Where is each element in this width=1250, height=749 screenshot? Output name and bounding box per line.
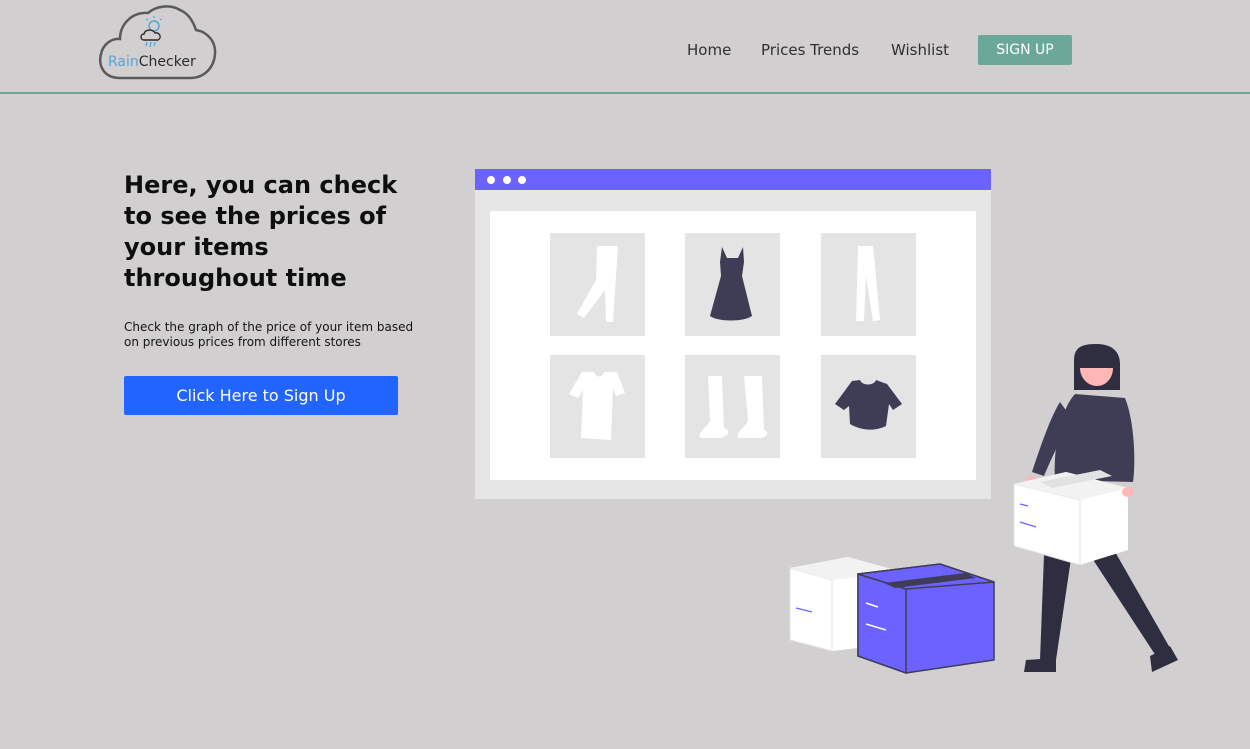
nav-home[interactable]: Home (687, 41, 731, 59)
window-dot-icon (518, 176, 526, 184)
hero-title: Here, you can check to see the prices of… (124, 171, 398, 292)
shopping-illustration (475, 169, 1178, 675)
hero-subtitle: Check the graph of the price of your ite… (124, 320, 414, 349)
person-graphic (1013, 344, 1178, 672)
site-header: RainChecker Home Prices Trends Wishlist … (0, 0, 1250, 94)
main-nav: Home Prices Trends Wishlist SIGN UP (0, 35, 1250, 65)
window-dot-icon (503, 176, 511, 184)
signup-cta-button[interactable]: Click Here to Sign Up (124, 376, 398, 415)
boxes-graphic (789, 557, 995, 675)
signup-button[interactable]: SIGN UP (978, 35, 1072, 65)
nav-wishlist[interactable]: Wishlist (891, 41, 949, 59)
nav-prices-trends[interactable]: Prices Trends (761, 41, 859, 59)
window-title-bar (475, 169, 991, 190)
window-dot-icon (487, 176, 495, 184)
